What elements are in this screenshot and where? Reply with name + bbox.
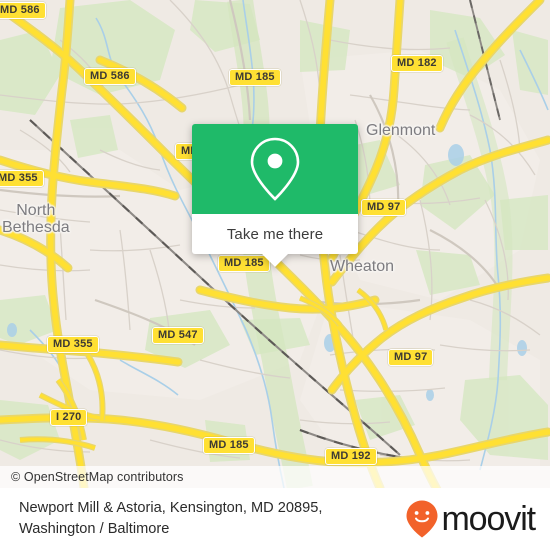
road-shield-md355-a[interactable]: MD 355 [0,170,44,187]
moovit-logo[interactable]: moovit [405,499,536,539]
popup-header [192,124,358,214]
popup-pointer [262,254,288,267]
map-pin-icon [250,137,300,201]
road-shield-md355-b[interactable]: MD 355 [47,336,99,353]
attribution-text[interactable]: © OpenStreetMap contributors [0,470,184,484]
popup-cta[interactable]: Take me there [192,214,358,254]
road-shield-md192[interactable]: MD 192 [325,448,377,465]
road-shield-md97-b[interactable]: MD 97 [388,349,434,366]
moovit-map-screenshot: Glenmont North Bethesda Wheaton MD 586 M… [0,0,550,550]
road-shield-i270[interactable]: I 270 [50,409,88,426]
popup-cta-label: Take me there [226,225,324,243]
road-shield-md586-b[interactable]: MD 586 [84,68,136,85]
map-canvas[interactable]: Glenmont North Bethesda Wheaton MD 586 M… [0,0,550,488]
location-popup-card[interactable]: Take me there [192,124,358,267]
moovit-wordmark: moovit [441,500,536,538]
road-shield-md97-a[interactable]: MD 97 [361,199,407,216]
road-shield-md586-a[interactable]: MD 586 [0,2,46,19]
moovit-pin-icon [406,500,438,538]
map-attribution: © OpenStreetMap contributors [0,466,550,488]
bottom-bar: Newport Mill & Astoria, Kensington, MD 2… [0,488,550,550]
location-caption: Newport Mill & Astoria, Kensington, MD 2… [19,500,323,537]
road-shield-md185-d[interactable]: MD 185 [203,437,255,454]
road-shield-md185-a[interactable]: MD 185 [229,69,281,86]
road-shield-md547[interactable]: MD 547 [152,327,204,344]
road-shield-md182[interactable]: MD 182 [391,55,443,72]
